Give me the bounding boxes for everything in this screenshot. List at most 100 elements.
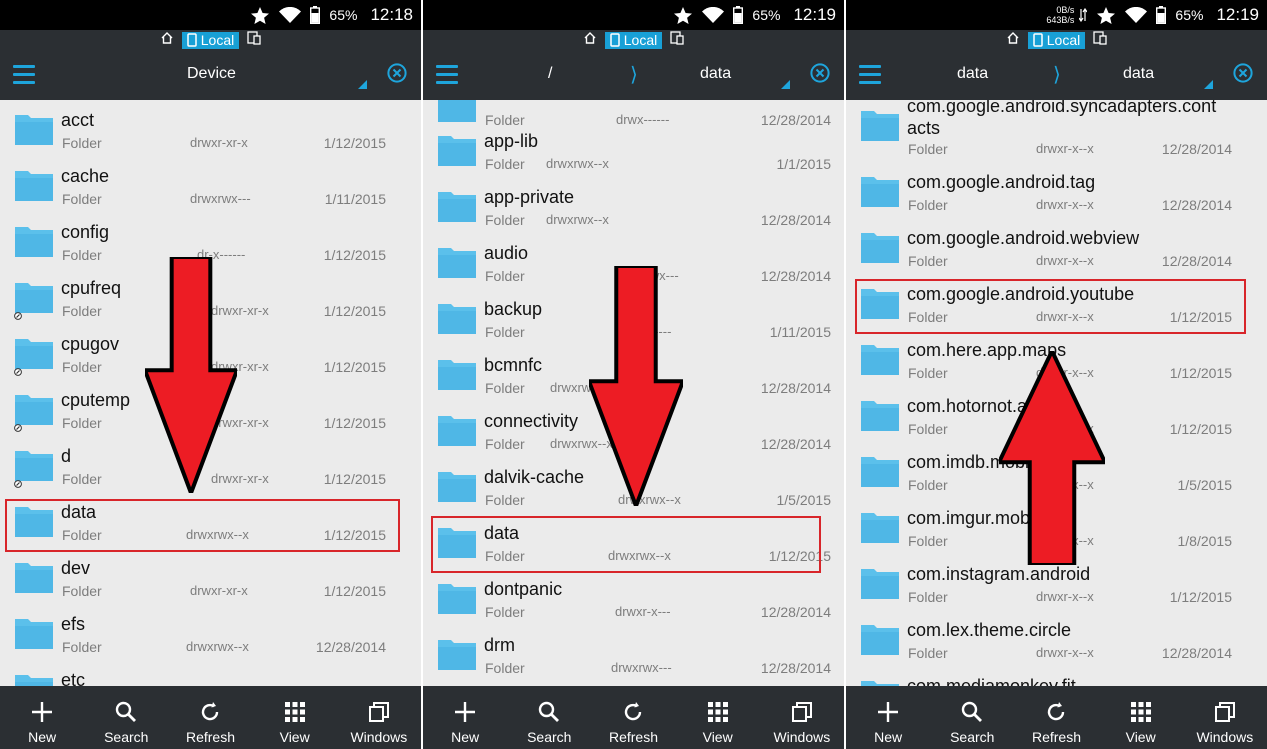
file-date: 12/28/2014 xyxy=(1161,197,1232,213)
file-type: Folder xyxy=(908,141,948,157)
bottom-refresh-button[interactable]: Refresh xyxy=(170,686,250,749)
folder-icon xyxy=(437,579,477,615)
toolbar: data ⟩ data xyxy=(846,50,1267,100)
breadcrumb-parent[interactable]: / xyxy=(548,65,552,83)
menu-button[interactable] xyxy=(436,65,458,85)
folder-icon xyxy=(438,304,476,334)
file-permissions: drwxr-x--x xyxy=(1036,589,1094,604)
local-location-chip[interactable]: Local xyxy=(181,31,240,49)
list-item[interactable]: com.google.android.syncadapters.cont acts… xyxy=(846,100,1267,157)
bottom-new-button[interactable]: New xyxy=(848,686,928,749)
bottom-new-button[interactable]: New xyxy=(425,686,505,749)
list-item[interactable]: efs Folder drwxrwx--x 12/28/2014 xyxy=(0,604,421,660)
menu-button[interactable] xyxy=(859,65,881,85)
file-date: 1/12/2015 xyxy=(1169,365,1232,381)
home-location-button[interactable] xyxy=(160,31,174,50)
status-bar: 65% 12:19 xyxy=(423,0,844,30)
folder-icon xyxy=(437,187,477,223)
devices-location-button[interactable] xyxy=(247,30,261,50)
file-permissions: drwxr-x--x xyxy=(1036,645,1094,660)
net-down-speed: 0B/s xyxy=(1056,5,1075,15)
list-item[interactable]: com.google.android.tag Folder drwxr-x--x 12… xyxy=(846,162,1267,218)
phone-icon xyxy=(1033,33,1043,47)
folder-icon xyxy=(861,233,899,263)
file-permissions: drwxrwx--- xyxy=(611,660,672,675)
file-type: Folder xyxy=(62,303,102,319)
bottom-search-button[interactable]: Search xyxy=(86,686,166,749)
file-date: 12/28/2014 xyxy=(1161,645,1232,661)
list-item[interactable]: cache Folder drwxrwx--- 1/11/2015 xyxy=(0,156,421,212)
bottom-windows-button[interactable]: Windows xyxy=(762,686,842,749)
net-up-speed: 643B/s xyxy=(1046,15,1075,25)
bottom-new-button[interactable]: New xyxy=(2,686,82,749)
file-permissions: drwxrwx--x xyxy=(546,156,609,171)
status-icons: 65% 12:19 xyxy=(673,0,836,30)
location-bar: Local xyxy=(846,30,1267,50)
file-name: acct xyxy=(61,110,95,130)
battery-percent: 65% xyxy=(1175,7,1204,23)
file-date: 1/12/2015 xyxy=(1169,589,1232,605)
home-icon xyxy=(584,31,596,44)
menu-button[interactable] xyxy=(13,65,35,85)
folder-icon xyxy=(861,625,899,655)
list-item[interactable]: acct Folder drwxr-xr-x 1/12/2015 xyxy=(0,100,421,156)
list-item[interactable]: com.mediamonkey.fit xyxy=(846,666,1267,686)
breadcrumb-parent[interactable]: data xyxy=(957,65,988,83)
bottom-view-button[interactable]: View xyxy=(255,686,335,749)
battery-icon xyxy=(310,6,321,24)
clock: 12:19 xyxy=(793,5,836,24)
file-type: Folder xyxy=(908,253,948,269)
close-tab-button[interactable] xyxy=(1233,63,1253,83)
file-date: 12/28/2014 xyxy=(760,436,831,452)
breadcrumb-current[interactable]: data xyxy=(1123,65,1154,83)
star-icon xyxy=(1097,6,1116,24)
list-item[interactable]: dev Folder drwxr-xr-x 1/12/2015 xyxy=(0,548,421,604)
list-item[interactable]: app-lib Folder drwxrwx--x 1/1/2015 xyxy=(423,121,844,177)
list-item[interactable]: app-private Folder drwxrwx--x 12/28/2014 xyxy=(423,177,844,233)
menu-icon-bar xyxy=(436,65,458,68)
refresh-icon xyxy=(1048,702,1065,721)
folder-icon xyxy=(861,177,899,207)
list-item[interactable]: dontpanic Folder drwxr-x--- 12/28/2014 xyxy=(423,569,844,625)
menu-icon-bar xyxy=(13,73,35,76)
toolbar: / ⟩ data xyxy=(423,50,844,100)
home-location-button[interactable] xyxy=(1006,31,1020,50)
breadcrumb-current[interactable]: data xyxy=(700,65,731,83)
devices-location-button[interactable] xyxy=(1093,30,1107,50)
bottom-windows-button[interactable]: Windows xyxy=(1185,686,1265,749)
folder-icon xyxy=(437,100,477,123)
list-item[interactable]: drm Folder drwxrwx--- 12/28/2014 xyxy=(423,625,844,681)
list-item[interactable]: etc xyxy=(0,660,421,686)
bottom-action-bar: New Search Refresh View Windows xyxy=(0,686,421,749)
local-location-chip[interactable]: Local xyxy=(1027,31,1086,49)
symlink-icon xyxy=(14,480,22,488)
grid-view-icon xyxy=(1130,702,1151,722)
bottom-view-button[interactable]: View xyxy=(678,686,758,749)
bottom-refresh-button[interactable]: Refresh xyxy=(1016,686,1096,749)
bottom-refresh-button[interactable]: Refresh xyxy=(593,686,673,749)
bottom-windows-button[interactable]: Windows xyxy=(339,686,419,749)
close-tab-button[interactable] xyxy=(387,63,407,83)
list-item[interactable]: com.google.android.webview Folder drwxr-x-… xyxy=(846,218,1267,274)
bottom-search-button[interactable]: Search xyxy=(509,686,589,749)
folder-icon xyxy=(438,192,476,222)
file-name: d xyxy=(61,446,72,466)
status-bar: 0B/s 643B/s 65% 12:19 xyxy=(846,0,1267,30)
current-folder-title[interactable]: Device xyxy=(187,65,236,83)
local-location-chip[interactable]: Local xyxy=(604,31,663,49)
bottom-button-label: New xyxy=(28,729,57,745)
folder-icon xyxy=(860,172,900,208)
devices-location-button[interactable] xyxy=(670,30,684,50)
home-location-button[interactable] xyxy=(583,31,597,50)
file-name: dev xyxy=(61,558,91,578)
file-name: com.mediamonkey.fit xyxy=(907,676,1076,686)
list-item[interactable]: com.lex.theme.circle Folder drwxr-x--x 12/2… xyxy=(846,610,1267,666)
bottom-button-label: View xyxy=(702,729,733,745)
close-tab-button[interactable] xyxy=(810,63,830,83)
file-permissions: drwxr-x--x xyxy=(1036,253,1094,268)
bottom-search-button[interactable]: Search xyxy=(932,686,1012,749)
folder-icon xyxy=(861,569,899,599)
wifi-icon xyxy=(279,6,302,23)
file-type: Folder xyxy=(485,380,525,396)
bottom-view-button[interactable]: View xyxy=(1101,686,1181,749)
